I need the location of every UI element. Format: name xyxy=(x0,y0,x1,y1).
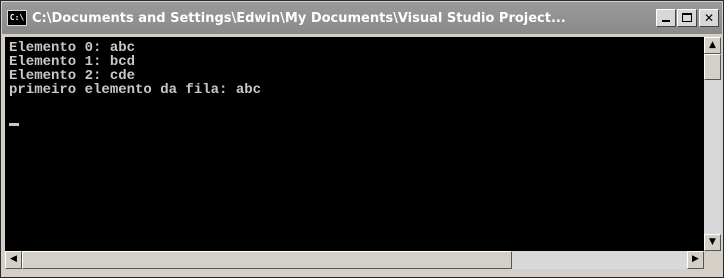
maximize-button[interactable] xyxy=(677,9,697,27)
close-button[interactable]: ✕ xyxy=(699,9,719,27)
scroll-right-button[interactable]: ▶ xyxy=(687,251,704,269)
close-icon: ✕ xyxy=(703,11,715,25)
title-bar[interactable]: C:\ C:\Documents and Settings\Edwin\My D… xyxy=(2,2,722,34)
minimize-button[interactable] xyxy=(656,9,676,27)
horizontal-scrollbar[interactable]: ◀ ▶ xyxy=(5,251,704,269)
console-icon[interactable]: C:\ xyxy=(7,10,27,26)
arrow-right-icon: ▶ xyxy=(692,254,699,264)
text-cursor xyxy=(9,123,19,126)
scroll-left-button[interactable]: ◀ xyxy=(5,251,22,269)
minimize-icon xyxy=(662,20,670,22)
console-output[interactable]: Elemento 0: abc Elemento 1: bcd Elemento… xyxy=(5,37,704,251)
window-title: C:\Documents and Settings\Edwin\My Docum… xyxy=(32,11,566,26)
arrow-left-icon: ◀ xyxy=(10,254,17,264)
scroll-up-button[interactable]: ▲ xyxy=(704,37,721,54)
console-line: Elemento 2: cde xyxy=(9,68,136,84)
maximize-icon xyxy=(682,13,692,22)
console-line: Elemento 1: bcd xyxy=(9,54,136,70)
size-grip[interactable] xyxy=(704,251,721,269)
console-line: primeiro elemento da fila: abc xyxy=(9,82,262,98)
horizontal-scroll-thumb[interactable] xyxy=(22,251,512,269)
vertical-scrollbar[interactable]: ▲ ▼ xyxy=(704,37,721,251)
scroll-down-button[interactable]: ▼ xyxy=(704,234,721,251)
console-line: Elemento 0: abc xyxy=(9,40,136,56)
arrow-up-icon: ▲ xyxy=(709,40,716,50)
vertical-scroll-thumb[interactable] xyxy=(704,54,721,80)
console-window: C:\ C:\Documents and Settings\Edwin\My D… xyxy=(0,0,724,278)
arrow-down-icon: ▼ xyxy=(709,237,716,247)
